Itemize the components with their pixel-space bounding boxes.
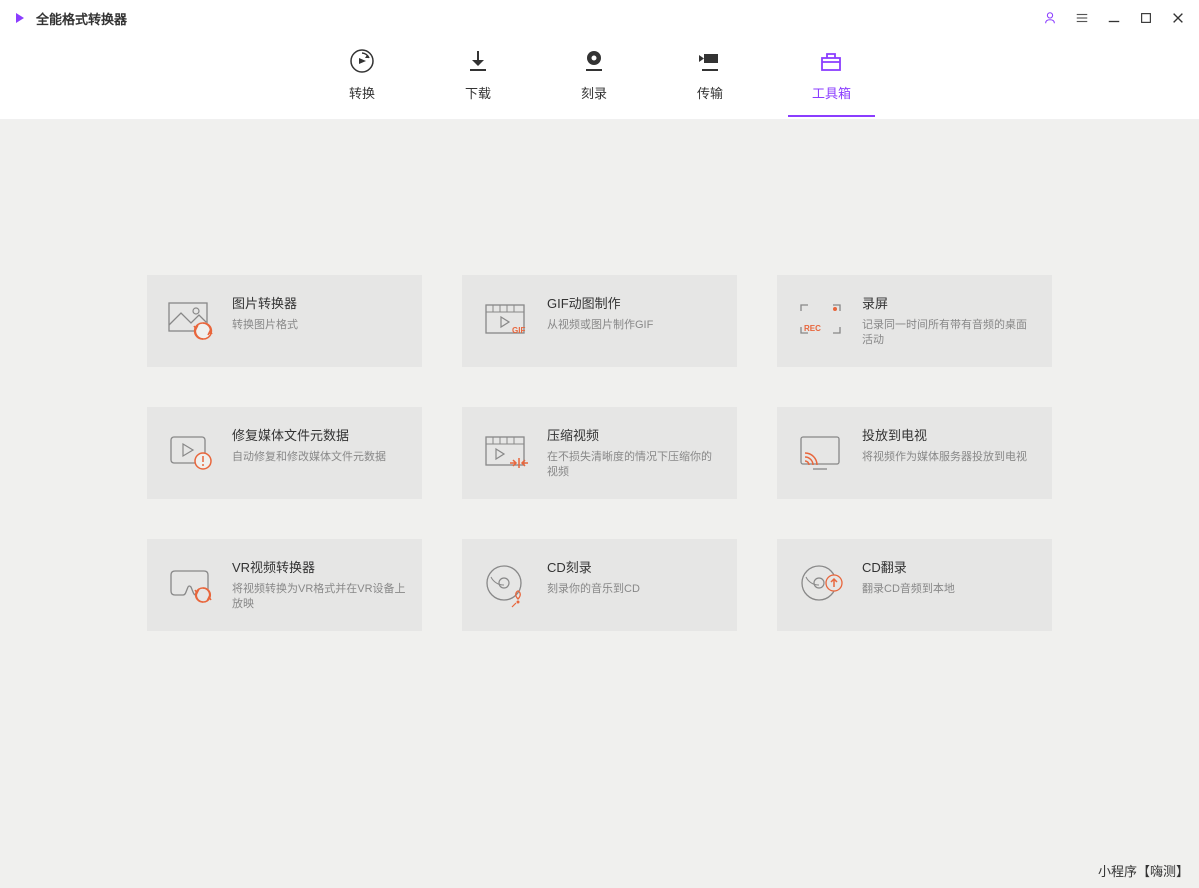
menu-icon[interactable] xyxy=(1073,9,1091,27)
tool-vr-converter[interactable]: VR视频转换器 将视频转换为VR格式并在VR设备上放映 xyxy=(147,539,422,631)
tab-burn[interactable]: 刻录 xyxy=(556,39,632,116)
tool-text: GIF动图制作 从视频或图片制作GIF xyxy=(547,293,721,333)
convert-icon xyxy=(348,47,376,75)
cd-rip-icon xyxy=(793,557,848,612)
tool-title: CD翻录 xyxy=(862,557,1036,576)
tool-text: VR视频转换器 将视频转换为VR格式并在VR设备上放映 xyxy=(232,557,406,613)
minimize-button[interactable] xyxy=(1105,9,1123,27)
tool-cd-burn[interactable]: CD刻录 刻录你的音乐到CD xyxy=(462,539,737,631)
tool-image-converter[interactable]: 图片转换器 转换图片格式 xyxy=(147,275,422,367)
tool-compress-video[interactable]: 压缩视频 在不损失清晰度的情况下压缩你的视频 xyxy=(462,407,737,499)
download-icon xyxy=(464,47,492,75)
tool-desc: 在不损失清晰度的情况下压缩你的视频 xyxy=(547,450,721,481)
tool-title: GIF动图制作 xyxy=(547,293,721,312)
tool-desc: 将视频转换为VR格式并在VR设备上放映 xyxy=(232,582,406,613)
tool-cd-rip[interactable]: CD翻录 翻录CD音频到本地 xyxy=(777,539,1052,631)
tool-screen-record[interactable]: REC 录屏 记录同一时间所有带有音频的桌面活动 xyxy=(777,275,1052,367)
tool-text: 图片转换器 转换图片格式 xyxy=(232,293,406,333)
close-button[interactable] xyxy=(1169,9,1187,27)
tool-text: 修复媒体文件元数据 自动修复和修改媒体文件元数据 xyxy=(232,425,406,465)
tab-convert[interactable]: 转换 xyxy=(324,39,400,116)
tools-grid: 图片转换器 转换图片格式 GIF GIF动图制作 从视频或图片制 xyxy=(147,180,1052,631)
gif-maker-icon: GIF xyxy=(478,293,533,348)
tool-fix-metadata[interactable]: 修复媒体文件元数据 自动修复和修改媒体文件元数据 xyxy=(147,407,422,499)
tab-label: 下载 xyxy=(465,83,491,102)
tool-title: 投放到电视 xyxy=(862,425,1036,444)
tool-desc: 翻录CD音频到本地 xyxy=(862,582,1036,597)
user-icon[interactable] xyxy=(1041,9,1059,27)
tab-download[interactable]: 下载 xyxy=(440,39,516,116)
tool-text: CD翻录 翻录CD音频到本地 xyxy=(862,557,1036,597)
app-logo-icon xyxy=(12,10,28,26)
tool-title: CD刻录 xyxy=(547,557,721,576)
tab-label: 工具箱 xyxy=(812,83,851,102)
cd-burn-icon xyxy=(478,557,533,612)
tool-title: 图片转换器 xyxy=(232,293,406,312)
tab-label: 刻录 xyxy=(581,83,607,102)
tool-title: VR视频转换器 xyxy=(232,557,406,576)
svg-text:GIF: GIF xyxy=(512,326,525,335)
transfer-icon xyxy=(696,47,724,75)
tab-toolbox[interactable]: 工具箱 xyxy=(788,39,875,116)
svg-text:REC: REC xyxy=(804,324,821,333)
fix-metadata-icon xyxy=(163,425,218,480)
vr-converter-icon xyxy=(163,557,218,612)
cast-tv-icon xyxy=(793,425,848,480)
tab-label: 传输 xyxy=(697,83,723,102)
toolbox-icon xyxy=(817,47,845,75)
tool-desc: 记录同一时间所有带有音频的桌面活动 xyxy=(862,318,1036,349)
tool-title: 修复媒体文件元数据 xyxy=(232,425,406,444)
tool-title: 压缩视频 xyxy=(547,425,721,444)
watermark: 小程序【嗨测】 xyxy=(1098,861,1189,880)
burn-icon xyxy=(580,47,608,75)
tool-desc: 从视频或图片制作GIF xyxy=(547,318,721,333)
tool-text: 压缩视频 在不损失清晰度的情况下压缩你的视频 xyxy=(547,425,721,481)
screen-record-icon: REC xyxy=(793,293,848,348)
tool-desc: 转换图片格式 xyxy=(232,318,406,333)
nav-tabs: 转换 下载 刻录 传输 xyxy=(0,36,1199,120)
tool-desc: 刻录你的音乐到CD xyxy=(547,582,721,597)
compress-video-icon xyxy=(478,425,533,480)
tool-gif-maker[interactable]: GIF GIF动图制作 从视频或图片制作GIF xyxy=(462,275,737,367)
app-title: 全能格式转换器 xyxy=(36,9,127,28)
image-converter-icon xyxy=(163,293,218,348)
maximize-button[interactable] xyxy=(1137,9,1155,27)
tool-cast-tv[interactable]: 投放到电视 将视频作为媒体服务器投放到电视 xyxy=(777,407,1052,499)
titlebar: 全能格式转换器 xyxy=(0,0,1199,36)
tool-desc: 自动修复和修改媒体文件元数据 xyxy=(232,450,406,465)
tool-text: 录屏 记录同一时间所有带有音频的桌面活动 xyxy=(862,293,1036,349)
tool-title: 录屏 xyxy=(862,293,1036,312)
tool-text: CD刻录 刻录你的音乐到CD xyxy=(547,557,721,597)
tab-transfer[interactable]: 传输 xyxy=(672,39,748,116)
tool-text: 投放到电视 将视频作为媒体服务器投放到电视 xyxy=(862,425,1036,465)
main-content: 图片转换器 转换图片格式 GIF GIF动图制作 从视频或图片制 xyxy=(0,120,1199,888)
titlebar-right xyxy=(1041,9,1187,27)
tool-desc: 将视频作为媒体服务器投放到电视 xyxy=(862,450,1036,465)
tab-label: 转换 xyxy=(349,83,375,102)
titlebar-left: 全能格式转换器 xyxy=(12,9,127,28)
